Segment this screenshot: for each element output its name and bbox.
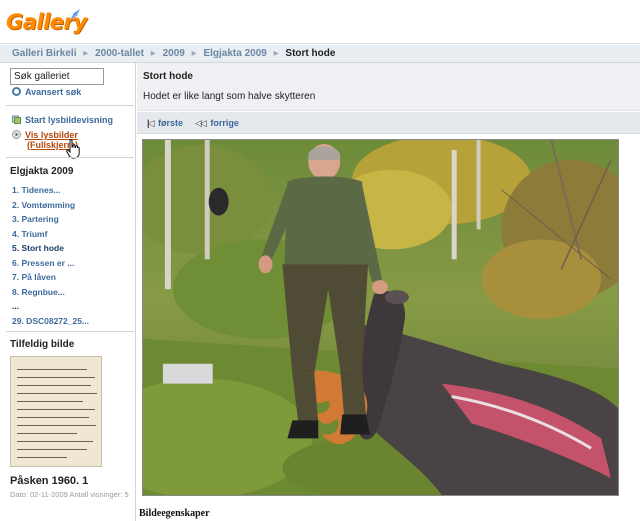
album-item[interactable]: 29. DSC08272_25...	[12, 316, 89, 331]
album-item[interactable]: 4. Triumf	[12, 229, 89, 244]
photo-description: Hodet er like langt som halve skytteren	[143, 91, 316, 102]
start-slideshow-label: Start lysbildevisning	[25, 115, 114, 125]
play-circle-icon	[12, 130, 21, 139]
magnifier-icon	[12, 87, 21, 96]
random-image-thumbnail[interactable]	[10, 356, 102, 467]
main-content: Stort hode Hodet er like langt som halve…	[137, 63, 640, 521]
album-title: Elgjakta 2009	[10, 166, 74, 177]
start-slideshow-link[interactable]: Start lysbildevisning	[12, 115, 113, 125]
album-item[interactable]: 6. Pressen er ...	[12, 258, 89, 273]
breadcrumb-link[interactable]: 2000-tallet	[95, 48, 144, 59]
divider	[6, 331, 134, 332]
divider	[6, 157, 134, 158]
divider	[6, 105, 134, 106]
hand-cursor-icon	[66, 139, 80, 159]
logo-star-icon	[68, 9, 80, 21]
album-item[interactable]: 8. Regnbue...	[12, 287, 89, 302]
breadcrumb-separator: ▸	[150, 48, 156, 59]
breadcrumb-separator: ▸	[83, 48, 89, 59]
slideshow-icon	[12, 115, 21, 124]
breadcrumb-separator: ▸	[191, 48, 197, 59]
search-input[interactable]	[10, 68, 104, 85]
album-item[interactable]: 1. Tidenes...	[12, 185, 89, 200]
first-button[interactable]: |◁ første	[147, 118, 183, 129]
photo-nav-bar: |◁ første ◁◁ forrige	[137, 112, 640, 134]
random-image-caption[interactable]: Påsken 1960. 1	[10, 475, 88, 487]
random-image-title: Tilfeldig bilde	[10, 339, 75, 350]
album-ellipsis: ...	[12, 301, 20, 311]
breadcrumb-link[interactable]: Elgjakta 2009	[203, 48, 266, 59]
main-photo[interactable]	[142, 139, 619, 496]
album-item[interactable]: 2. Vomtømming	[12, 200, 89, 215]
album-item[interactable]: 7. På låven	[12, 272, 89, 287]
album-item-current: 5. Stort hode	[12, 243, 64, 253]
random-image-meta: Dato: 02-11-2009 Antall visninger: 5	[10, 490, 129, 499]
previous-arrow-icon: ◁◁	[195, 118, 207, 128]
first-arrow-icon: |◁	[147, 118, 155, 128]
album-item[interactable]: 3. Partering	[12, 214, 89, 229]
breadcrumb-link[interactable]: Galleri Birkeli	[12, 48, 76, 59]
photo-info-box: Stort hode Hodet er like langt som halve…	[137, 63, 640, 111]
photo-title: Stort hode	[143, 71, 193, 82]
breadcrumb: Galleri Birkeli ▸ 2000-tallet ▸ 2009 ▸ E…	[0, 45, 640, 63]
breadcrumb-separator: ▸	[273, 48, 279, 59]
image-properties-title: Bildeegenskaper	[139, 508, 210, 519]
album-list: 1. Tidenes... 2. Vomtømming 3. Partering…	[12, 185, 89, 330]
breadcrumb-current: Stort hode	[285, 48, 336, 59]
advanced-search-link[interactable]: Avansert søk	[12, 87, 81, 97]
sidebar: Avansert søk Start lysbildevisning Vis l…	[0, 63, 136, 521]
breadcrumb-link[interactable]: 2009	[163, 48, 185, 59]
first-label: første	[157, 118, 183, 128]
previous-label: forrige	[210, 118, 239, 128]
advanced-search-label: Avansert søk	[25, 87, 82, 97]
previous-button[interactable]: ◁◁ forrige	[195, 118, 239, 129]
header: Gallery	[0, 0, 640, 44]
